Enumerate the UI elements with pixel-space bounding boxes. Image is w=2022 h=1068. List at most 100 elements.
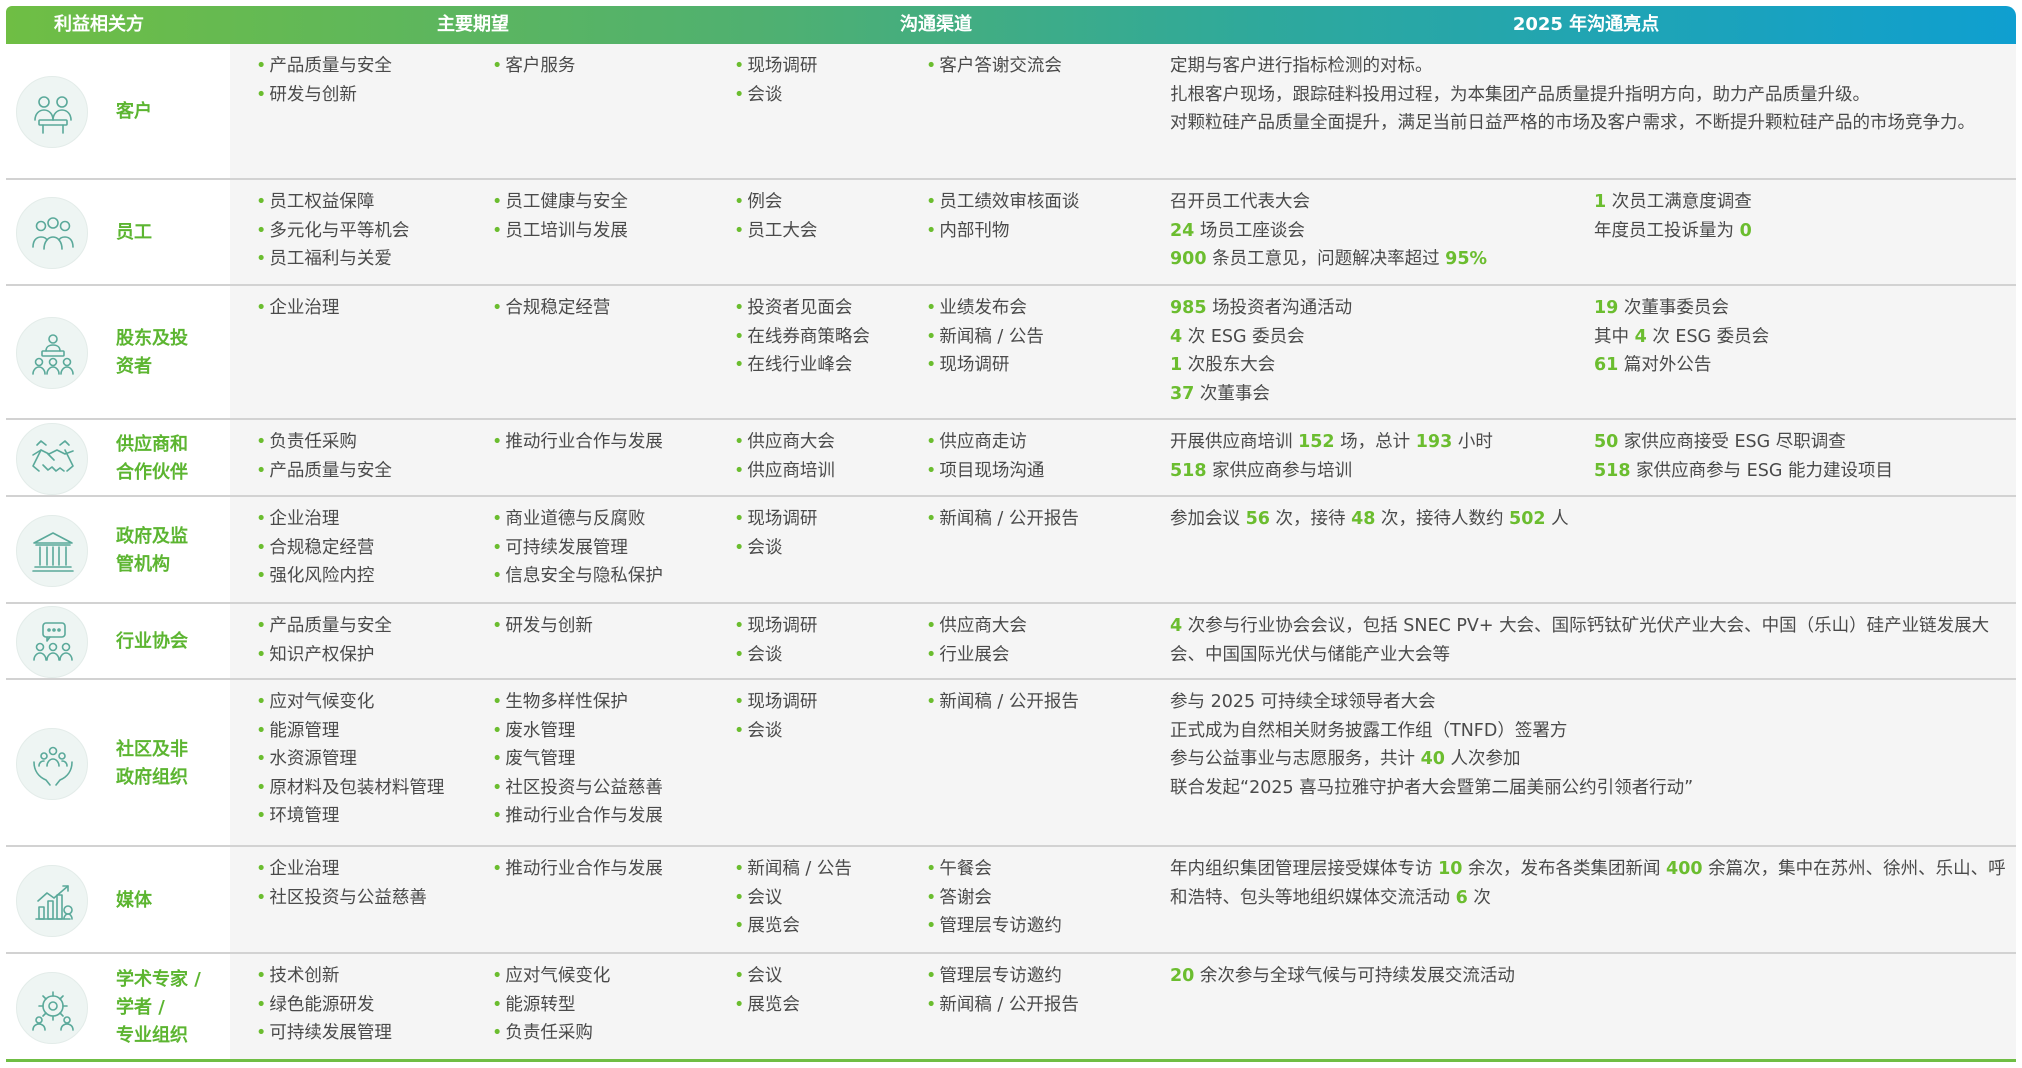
- bullet-icon: •: [926, 192, 937, 212]
- expectations-list: • 员工健康与安全 • 员工培训与发展: [492, 188, 628, 245]
- highlight-number: 50: [1594, 432, 1619, 452]
- highlight-text: 次股东大会: [1182, 355, 1276, 375]
- highlight-line: 19 次董事委员会: [1594, 294, 2004, 323]
- header-highlights: 2025 年沟通亮点: [1512, 14, 1660, 35]
- stakeholder-name-line: 员工: [116, 222, 152, 243]
- community-hands-icon: [16, 728, 88, 800]
- bullet-icon: •: [926, 355, 937, 375]
- stakeholder-name: 客户: [116, 98, 211, 126]
- highlight-line: 900 条员工意见，问题解决率超过 95%: [1170, 245, 1580, 274]
- list-item: • 会谈: [734, 81, 817, 110]
- bullet-icon: •: [926, 509, 937, 529]
- list-item: • 行业展会: [926, 641, 1027, 670]
- bullet-icon: •: [734, 56, 745, 76]
- highlights: 19 次董事委员会 其中 4 次 ESG 委员会 61 篇对外公告: [1594, 294, 2004, 380]
- highlight-line: 518 家供应商参与培训: [1170, 457, 1580, 486]
- list-item-text: 废气管理: [505, 749, 576, 769]
- highlights: 参加会议 56 次，接待 48 次，接待人数约 502 人: [1170, 505, 2010, 534]
- bullet-icon: •: [256, 220, 267, 241]
- list-item-text: 会谈: [747, 644, 783, 665]
- bullet-icon: •: [492, 749, 503, 769]
- list-item-text: 供应商培训: [747, 460, 835, 481]
- stakeholder-name-line: 股东及投: [116, 328, 188, 349]
- channels-list: • 现场调研 • 会谈: [734, 505, 817, 562]
- bullet-icon: •: [734, 192, 745, 212]
- list-item-text: 信息安全与隐私保护: [505, 566, 663, 586]
- list-item: • 供应商大会: [926, 612, 1027, 641]
- list-item-text: 展览会: [747, 916, 800, 936]
- highlight-line: 4 次参与行业协会会议，包括 SNEC PV+ 大会、国际钙钛矿光伏产业大会、中…: [1170, 612, 2010, 669]
- bullet-icon: •: [734, 220, 745, 241]
- expectations-list: • 商业道德与反腐败 • 可持续发展管理 • 信息安全与隐私保护: [492, 505, 663, 591]
- list-item-text: 会谈: [747, 720, 783, 741]
- highlight-text: 年度员工投诉量为: [1594, 220, 1740, 241]
- highlight-number: 37: [1170, 383, 1195, 404]
- list-item-text: 供应商大会: [747, 432, 835, 452]
- stakeholder-name: 政府及监 管机构: [116, 523, 211, 579]
- channels-list: • 供应商大会 • 供应商培训: [734, 428, 835, 485]
- list-item-text: 负责任采购: [505, 1023, 593, 1043]
- highlight-line: 参与 2025 可持续全球领导者大会: [1170, 688, 2010, 717]
- list-item: • 现场调研: [734, 688, 817, 717]
- highlight-number: 152: [1298, 432, 1335, 452]
- highlight-line: 1 次员工满意度调查: [1594, 188, 2004, 217]
- highlight-number: 1: [1594, 192, 1607, 212]
- bullet-icon: •: [256, 56, 267, 76]
- list-item: • 客户服务: [492, 52, 575, 81]
- list-item: • 供应商培训: [734, 457, 835, 486]
- handshake-icon: [16, 423, 88, 495]
- bullet-icon: •: [256, 966, 267, 986]
- highlights: 参与 2025 可持续全球领导者大会 正式成为自然相关财务披露工作组（TNFD）签…: [1170, 688, 2010, 802]
- highlight-text: 场员工座谈会: [1194, 220, 1305, 241]
- list-item: • 例会: [734, 188, 817, 217]
- highlight-line: 联合发起“2025 喜马拉雅守护者大会暨第二届美丽公约引领者行动”: [1170, 774, 2010, 803]
- highlight-number: 900: [1170, 249, 1207, 269]
- list-item-text: 新闻稿 / 公开报告: [939, 509, 1079, 529]
- list-item: • 负责任采购: [492, 1019, 610, 1048]
- bullet-icon: •: [492, 298, 503, 318]
- list-item-text: 行业展会: [939, 644, 1010, 665]
- list-item: • 展览会: [734, 991, 800, 1020]
- highlight-line: 24 场员工座谈会: [1170, 217, 1580, 246]
- list-item: • 在线行业峰会: [734, 351, 870, 380]
- header-channels: 沟通渠道: [900, 14, 972, 35]
- list-item-text: 内部刊物: [939, 220, 1010, 241]
- bullet-icon: •: [734, 916, 745, 936]
- stakeholder-name-line: 专业组织: [116, 1025, 188, 1046]
- bullet-icon: •: [256, 994, 267, 1015]
- channels-list: • 新闻稿 / 公开报告: [926, 688, 1079, 717]
- highlight-text: 次董事委员会: [1618, 298, 1729, 318]
- list-item: • 现场调研: [734, 612, 817, 641]
- bullet-icon: •: [256, 537, 267, 558]
- expectations-list: • 企业治理 • 社区投资与公益慈善: [256, 855, 427, 912]
- bullet-icon: •: [492, 509, 503, 529]
- bullet-icon: •: [256, 460, 267, 481]
- highlight-number: 56: [1245, 509, 1270, 529]
- list-item-text: 供应商走访: [939, 432, 1027, 452]
- highlight-text: 家供应商接受 ESG 尽职调查: [1618, 432, 1846, 452]
- list-item-text: 应对气候变化: [269, 692, 375, 712]
- bullet-icon: •: [926, 220, 937, 241]
- highlight-text: 联合发起“2025 喜马拉雅守护者大会暨第二届美丽公约引领者行动”: [1170, 777, 1694, 798]
- list-item: • 供应商大会: [734, 428, 835, 457]
- list-item-text: 员工培训与发展: [505, 220, 628, 241]
- list-item: • 推动行业合作与发展: [492, 802, 663, 831]
- list-item: • 产品质量与安全: [256, 457, 392, 486]
- bullet-icon: •: [926, 56, 937, 76]
- bullet-icon: •: [492, 966, 503, 986]
- list-item-text: 员工权益保障: [269, 192, 375, 212]
- stakeholder-name: 社区及非 政府组织: [116, 736, 211, 792]
- association-chat-icon: [16, 606, 88, 678]
- bullet-icon: •: [492, 537, 503, 558]
- highlight-number: 95%: [1445, 249, 1488, 269]
- list-item-text: 现场调研: [747, 56, 818, 76]
- channels-list: • 管理层专访邀约 • 新闻稿 / 公开报告: [926, 962, 1079, 1019]
- list-item-text: 管理层专访邀约: [939, 966, 1062, 986]
- bullet-icon: •: [256, 644, 267, 665]
- table-row: 政府及监 管机构 • 企业治理 • 合规稳定经营 • 强化风险内控 • 商业道德与反腐败 • 可持续发…: [6, 497, 2016, 604]
- bullet-icon: •: [734, 432, 745, 452]
- list-item-text: 员工健康与安全: [505, 192, 628, 212]
- list-item-text: 废水管理: [505, 720, 576, 741]
- bullet-icon: •: [492, 432, 503, 452]
- list-item-text: 客户服务: [505, 56, 576, 76]
